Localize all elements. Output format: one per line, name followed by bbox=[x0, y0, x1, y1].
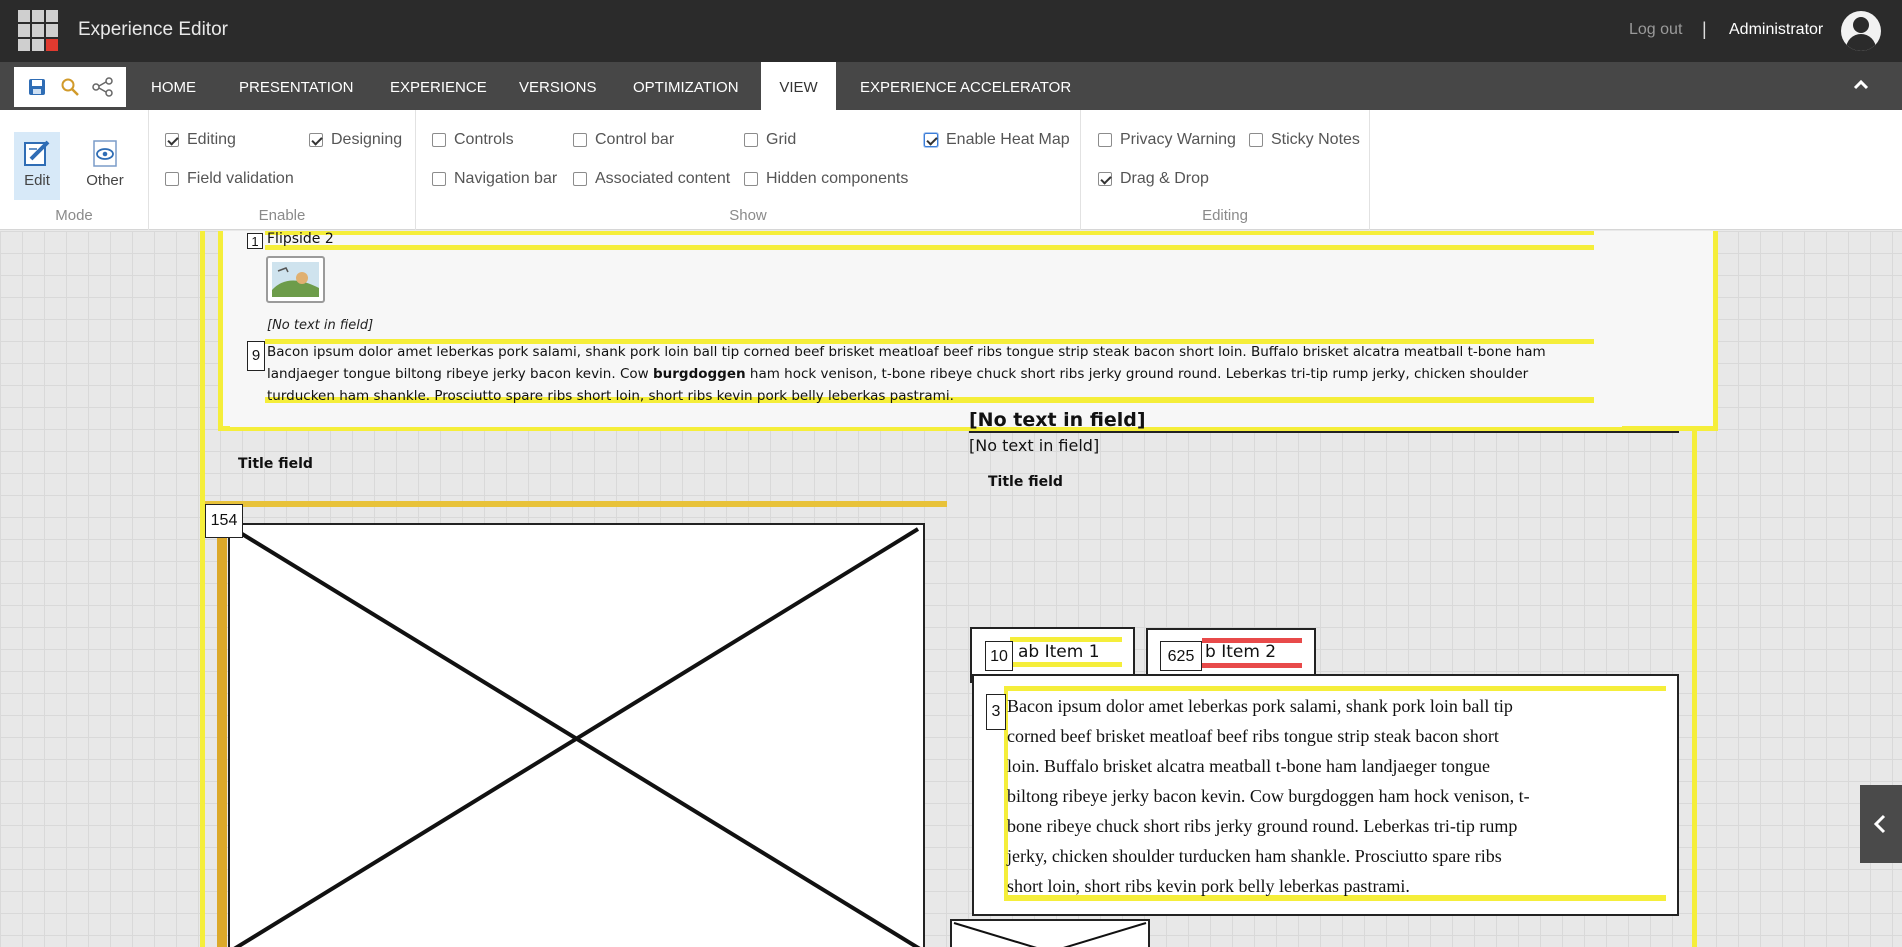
tab-experience[interactable]: EXPERIENCE bbox=[372, 62, 505, 110]
tab-2-label[interactable]: b Item 2 bbox=[1205, 642, 1276, 662]
quick-access-toolbar bbox=[14, 67, 126, 107]
image-placeholder[interactable] bbox=[228, 523, 925, 947]
app-title: Experience Editor bbox=[78, 19, 228, 40]
launchpad-grid-icon[interactable] bbox=[18, 10, 59, 51]
enable-heat-map-checkbox[interactable]: Enable Heat Map bbox=[924, 131, 1070, 149]
editing-group-label: Editing bbox=[1202, 207, 1248, 224]
sitemap-icon[interactable] bbox=[92, 76, 114, 98]
heading-empty-field[interactable]: [No text in field] bbox=[969, 409, 1146, 431]
privacy-warning-checkbox[interactable]: Privacy Warning bbox=[1098, 131, 1236, 149]
header-separator: | bbox=[1702, 19, 1707, 39]
drag-drop-checkbox[interactable]: Drag & Drop bbox=[1098, 170, 1209, 188]
search-icon[interactable] bbox=[59, 76, 81, 98]
edit-mode-button[interactable]: Edit bbox=[14, 132, 60, 200]
tab-content-line: loin. Buffalo brisket alcatra meatball t… bbox=[1007, 756, 1490, 776]
tab-1-label[interactable]: ab Item 1 bbox=[1018, 642, 1100, 662]
tab-content-text[interactable]: Bacon ipsum dolor amet leberkas pork sal… bbox=[1007, 691, 1657, 901]
mode-group-label: Mode bbox=[55, 207, 93, 224]
control-bar-checkbox[interactable]: Control bar bbox=[573, 131, 674, 149]
designing-checkbox[interactable]: Designing bbox=[309, 131, 402, 149]
navigation-bar-checkbox[interactable]: Navigation bar bbox=[432, 170, 557, 188]
page-canvas: 1 Flipside 2 [No text in field] 9 Bacon … bbox=[0, 231, 1902, 947]
tab-content-line: corned beef brisket meatloaf beef ribs t… bbox=[1007, 726, 1499, 746]
ribbon-panel: Edit Other Mode Editing Designing Field … bbox=[0, 110, 1902, 230]
top-bar: Experience Editor Log out | Administrato… bbox=[0, 0, 1902, 62]
tab-1-badge[interactable]: 10 bbox=[985, 641, 1013, 671]
grid-checkbox[interactable]: Grid bbox=[744, 131, 796, 149]
tab-presentation[interactable]: PRESENTATION bbox=[221, 62, 371, 110]
tab-content-line: bone ribeye chuck short ribs jerky groun… bbox=[1007, 816, 1518, 836]
tab-content-line: biltong ribeye jerky bacon kevin. Cow bu… bbox=[1007, 786, 1530, 806]
mode-group: Edit Other Mode bbox=[0, 110, 149, 230]
user-name[interactable]: Administrator bbox=[1729, 21, 1823, 39]
small-image-placeholder[interactable] bbox=[950, 919, 1150, 947]
logout-link[interactable]: Log out bbox=[1629, 21, 1682, 39]
controls-checkbox[interactable]: Controls bbox=[432, 131, 514, 149]
sticky-notes-checkbox[interactable]: Sticky Notes bbox=[1249, 131, 1360, 149]
other-mode-button[interactable]: Other bbox=[82, 132, 128, 200]
chevron-up-icon[interactable] bbox=[1852, 76, 1870, 94]
avatar[interactable] bbox=[1841, 11, 1881, 51]
tab-content-badge[interactable]: 3 bbox=[986, 694, 1006, 730]
tab-content-line: jerky, chicken shoulder turducken ham sh… bbox=[1007, 846, 1502, 866]
tab-versions[interactable]: VERSIONS bbox=[501, 62, 615, 110]
body-text-badge[interactable]: 9 bbox=[247, 341, 265, 371]
other-mode-label: Other bbox=[86, 172, 124, 189]
show-group-label: Show bbox=[729, 207, 767, 224]
chevron-left-icon bbox=[1873, 814, 1886, 834]
title-field-1[interactable]: Title field bbox=[238, 456, 313, 472]
enable-group-label: Enable bbox=[258, 207, 306, 224]
save-icon[interactable] bbox=[26, 76, 48, 98]
hidden-components-checkbox[interactable]: Hidden components bbox=[744, 170, 908, 188]
tab-experience-accelerator[interactable]: EXPERIENCE ACCELERATOR bbox=[842, 62, 1089, 110]
side-panel-toggle[interactable] bbox=[1860, 785, 1902, 863]
preview-icon bbox=[93, 140, 117, 167]
tab-content-line: short loin, short ribs kevin pork belly … bbox=[1007, 876, 1410, 896]
show-group: Controls Control bar Grid Enable Heat Ma… bbox=[416, 110, 1081, 230]
tab-content-line: Bacon ipsum dolor amet leberkas pork sal… bbox=[1007, 696, 1513, 716]
editing-checkbox[interactable]: Editing bbox=[165, 131, 236, 149]
tab-home[interactable]: HOME bbox=[133, 62, 214, 110]
flipside-empty-field[interactable]: [No text in field] bbox=[267, 318, 373, 333]
tab-view[interactable]: VIEW bbox=[761, 62, 836, 110]
enable-group: Editing Designing Field validation Enabl… bbox=[149, 110, 416, 230]
editing-group: Privacy Warning Sticky Notes Drag & Drop… bbox=[1081, 110, 1370, 230]
subheading-empty-field[interactable]: [No text in field] bbox=[969, 436, 1099, 455]
edit-icon bbox=[24, 140, 50, 166]
body-text[interactable]: Bacon ipsum dolor amet leberkas pork sal… bbox=[267, 341, 1562, 407]
associated-content-checkbox[interactable]: Associated content bbox=[573, 170, 730, 188]
field-validation-checkbox[interactable]: Field validation bbox=[165, 170, 294, 188]
edit-mode-label: Edit bbox=[24, 172, 50, 189]
image-placeholder-icon[interactable] bbox=[266, 256, 325, 303]
tab-optimization[interactable]: OPTIMIZATION bbox=[615, 62, 757, 110]
broken-image-icon bbox=[232, 527, 921, 947]
title-field-2[interactable]: Title field bbox=[988, 474, 1063, 490]
flipside-title[interactable]: Flipside 2 bbox=[267, 231, 334, 247]
image-badge[interactable]: 154 bbox=[205, 504, 243, 538]
flipside-badge[interactable]: 1 bbox=[247, 233, 263, 249]
tab-2-badge[interactable]: 625 bbox=[1160, 641, 1202, 671]
